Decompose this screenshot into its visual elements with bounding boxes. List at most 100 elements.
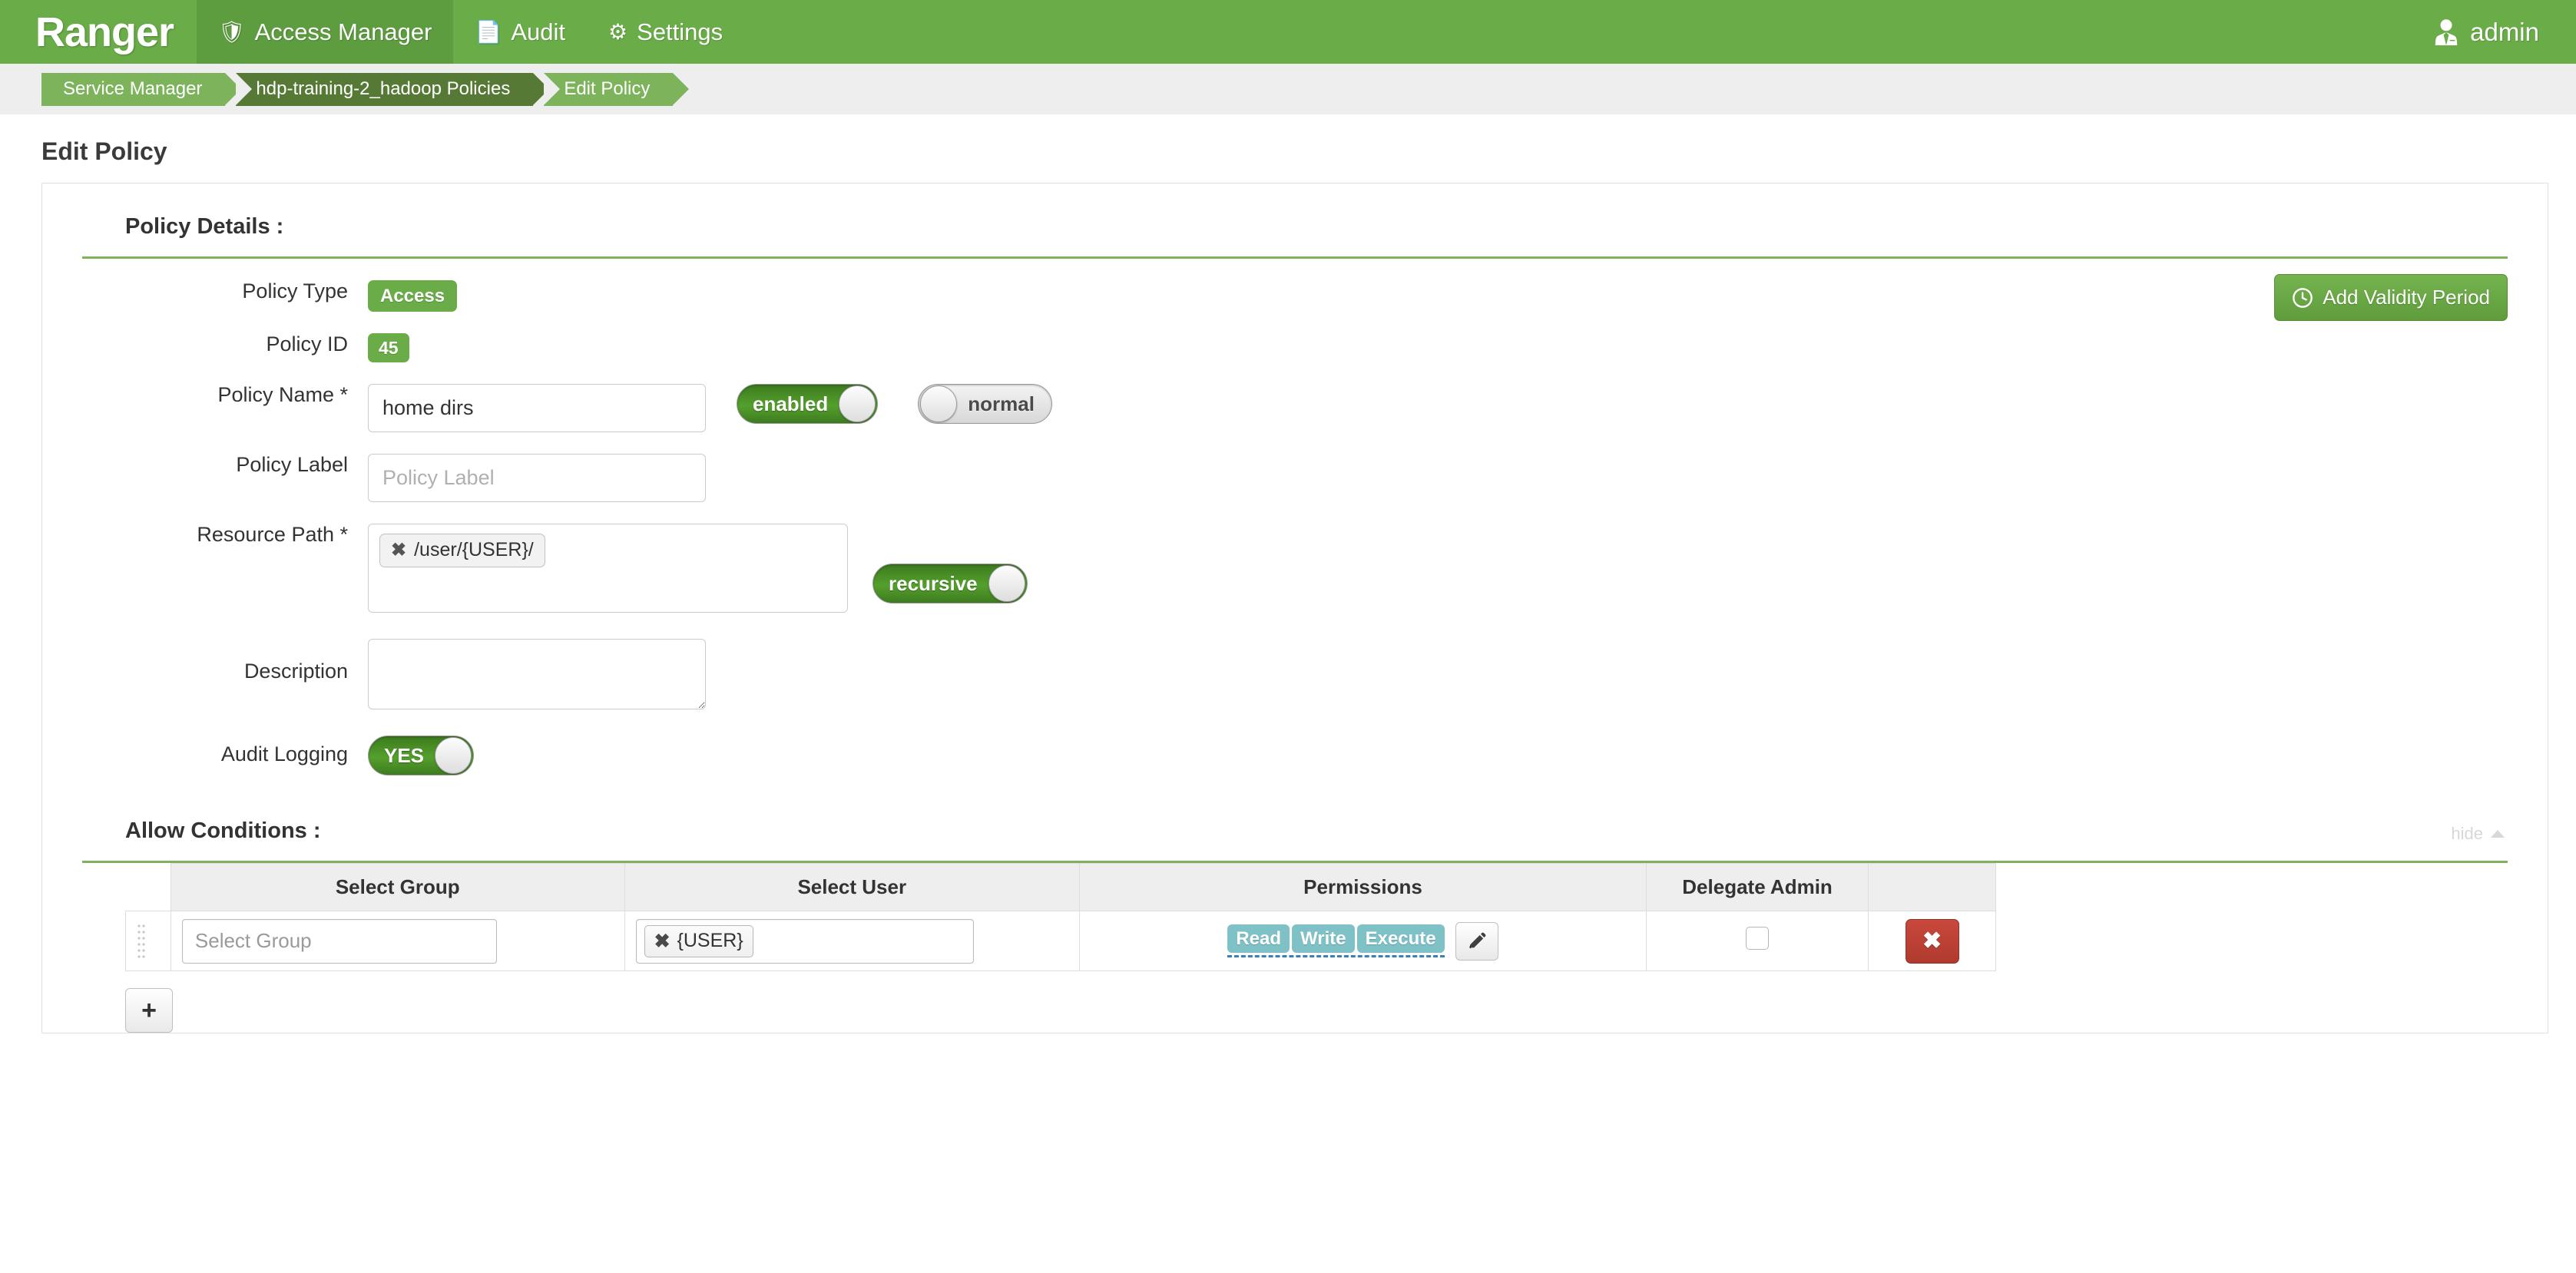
breadcrumb-item-hadoop-policies[interactable]: hdp-training-2_hadoop Policies [236, 72, 550, 106]
th-select-user: Select User [624, 863, 1080, 912]
breadcrumb: Service Manager hdp-training-2_hadoop Po… [41, 72, 690, 106]
delegate-admin-checkbox[interactable] [1746, 927, 1770, 951]
breadcrumb-bar: Service Manager hdp-training-2_hadoop Po… [0, 64, 2576, 114]
th-permissions: Permissions [1078, 863, 1647, 912]
resource-path-token[interactable]: ✖ /user/{USER}/ [379, 534, 545, 567]
policy-details-heading: Policy Details : [82, 214, 2508, 259]
allow-conditions-heading: Allow Conditions : hide [82, 818, 2508, 864]
select-user-token-label: {USER} [677, 930, 743, 952]
user-name-label: admin [2470, 17, 2539, 46]
row-policy-id: Policy ID 45 [82, 332, 2508, 363]
recursive-toggle[interactable]: recursive [872, 564, 1028, 604]
resource-path-token-label: /user/{USER}/ [414, 539, 534, 561]
toggle-knob [988, 565, 1025, 603]
nav-item-access-manager[interactable]: 🛡 Access Manager [197, 0, 454, 64]
breadcrumb-item-service-manager[interactable]: Service Manager [41, 72, 242, 106]
shield-icon: 🛡 [218, 19, 246, 44]
hide-link-label: hide [2451, 824, 2483, 844]
cell-permissions: Read Write Execute [1078, 911, 1647, 972]
cell-select-user: ✖ {USER} [624, 911, 1080, 972]
user-menu[interactable]: admin [2433, 0, 2576, 64]
allow-conditions-section: Allow Conditions : hide Select Group Sel… [82, 783, 2508, 1033]
drag-handle-icon[interactable] [137, 922, 146, 960]
audit-logging-toggle[interactable]: YES [368, 736, 475, 776]
nav-label-access-manager: Access Manager [254, 18, 432, 45]
policy-id-badge: 45 [368, 333, 409, 363]
allow-conditions-table-wrapper: Select Group Select User Permissions Del… [82, 863, 2508, 1033]
nav-item-settings[interactable]: ⚙ Settings [587, 0, 744, 64]
policy-id-label: Policy ID [266, 332, 348, 356]
policy-override-toggle[interactable]: normal [918, 384, 1052, 425]
audit-logging-label: Audit Logging [220, 742, 348, 766]
pencil-icon [1468, 932, 1486, 949]
breadcrumb-label: Edit Policy [564, 78, 651, 99]
row-drag-handle-cell[interactable] [125, 911, 171, 972]
permission-badge-read: Read [1227, 924, 1290, 954]
description-label: Description [243, 660, 348, 683]
policy-override-toggle-label: normal [968, 392, 1035, 416]
description-textarea[interactable] [368, 639, 706, 710]
app-logo[interactable]: Ranger [0, 0, 197, 64]
nav-label-settings: Settings [637, 18, 723, 45]
nav-label-audit: Audit [511, 18, 566, 45]
policy-type-label: Policy Type [242, 279, 348, 303]
gear-icon: ⚙ [608, 19, 628, 44]
row-policy-name: Policy Name * enabled normal [82, 383, 2508, 433]
policy-enabled-toggle[interactable]: enabled [737, 384, 879, 425]
policy-type-badge: Access [368, 280, 458, 312]
remove-token-icon[interactable]: ✖ [391, 540, 406, 560]
top-navbar: Ranger 🛡 Access Manager 📄 Audit ⚙ Settin… [0, 0, 2576, 64]
delete-row-button[interactable]: ✖ [1905, 918, 1959, 964]
edit-policy-panel: Policy Details : Add Validity Period Pol… [41, 183, 2548, 1034]
select-user-input[interactable]: ✖ {USER} [635, 918, 974, 964]
row-resource-path: Resource Path * ✖ /user/{USER}/ recursiv… [82, 524, 2508, 613]
add-validity-period-label: Add Validity Period [2323, 286, 2490, 309]
th-select-group: Select Group [170, 863, 625, 912]
row-policy-type: Policy Type Access [82, 279, 2508, 312]
clock-icon [2293, 287, 2313, 308]
add-validity-period-button[interactable]: Add Validity Period [2274, 274, 2508, 321]
breadcrumb-label: hdp-training-2_hadoop Policies [256, 78, 511, 99]
toggle-knob [435, 737, 472, 775]
breadcrumb-label: Service Manager [63, 78, 203, 99]
permission-badge-execute: Execute [1356, 924, 1445, 954]
allow-conditions-title-text: Allow Conditions : [125, 818, 321, 844]
allow-conditions-hide-toggle[interactable]: hide [2451, 824, 2505, 844]
th-grip [126, 864, 171, 911]
cell-actions: ✖ [1868, 911, 1996, 972]
permission-badge-write: Write [1292, 924, 1355, 954]
th-actions [1868, 863, 1996, 912]
row-description: Description [82, 639, 2508, 710]
policy-details-form: Add Validity Period Policy Type Access P… [82, 259, 2508, 776]
row-policy-label: Policy Label [82, 453, 2508, 503]
table-row: ✖ {USER} Read Write Execute [125, 911, 1996, 972]
recursive-toggle-label: recursive [889, 572, 978, 596]
th-delegate-admin: Delegate Admin [1646, 863, 1869, 912]
policy-label-label: Policy Label [236, 453, 348, 477]
breadcrumb-item-edit-policy[interactable]: Edit Policy [544, 72, 690, 106]
select-group-input[interactable] [181, 918, 497, 964]
file-icon: 📄 [475, 19, 502, 44]
remove-token-icon[interactable]: ✖ [654, 930, 670, 953]
row-audit-logging: Audit Logging YES [82, 736, 2508, 776]
cell-select-group [170, 911, 625, 972]
toggle-knob [839, 385, 876, 423]
caret-up-icon [2491, 830, 2505, 838]
policy-name-input[interactable] [368, 384, 706, 433]
select-user-token[interactable]: ✖ {USER} [644, 924, 753, 957]
policy-name-label: Policy Name * [217, 383, 348, 407]
allow-conditions-table: Select Group Select User Permissions Del… [125, 863, 1996, 972]
audit-logging-toggle-label: YES [384, 744, 425, 768]
resource-path-input[interactable]: ✖ /user/{USER}/ [368, 524, 848, 613]
nav-item-audit[interactable]: 📄 Audit [453, 0, 587, 64]
user-avatar-icon [2435, 18, 2458, 45]
toggle-knob [920, 385, 958, 423]
page-title: Edit Policy [41, 137, 167, 165]
policy-details-title-text: Policy Details : [125, 214, 284, 239]
resource-path-label: Resource Path * [197, 523, 348, 547]
policy-label-input[interactable] [368, 454, 706, 503]
cell-delegate-admin [1646, 911, 1869, 972]
add-condition-row-button[interactable]: + [125, 988, 173, 1033]
table-header-row: Select Group Select User Permissions Del… [126, 863, 1996, 912]
edit-permissions-button[interactable] [1455, 921, 1498, 961]
